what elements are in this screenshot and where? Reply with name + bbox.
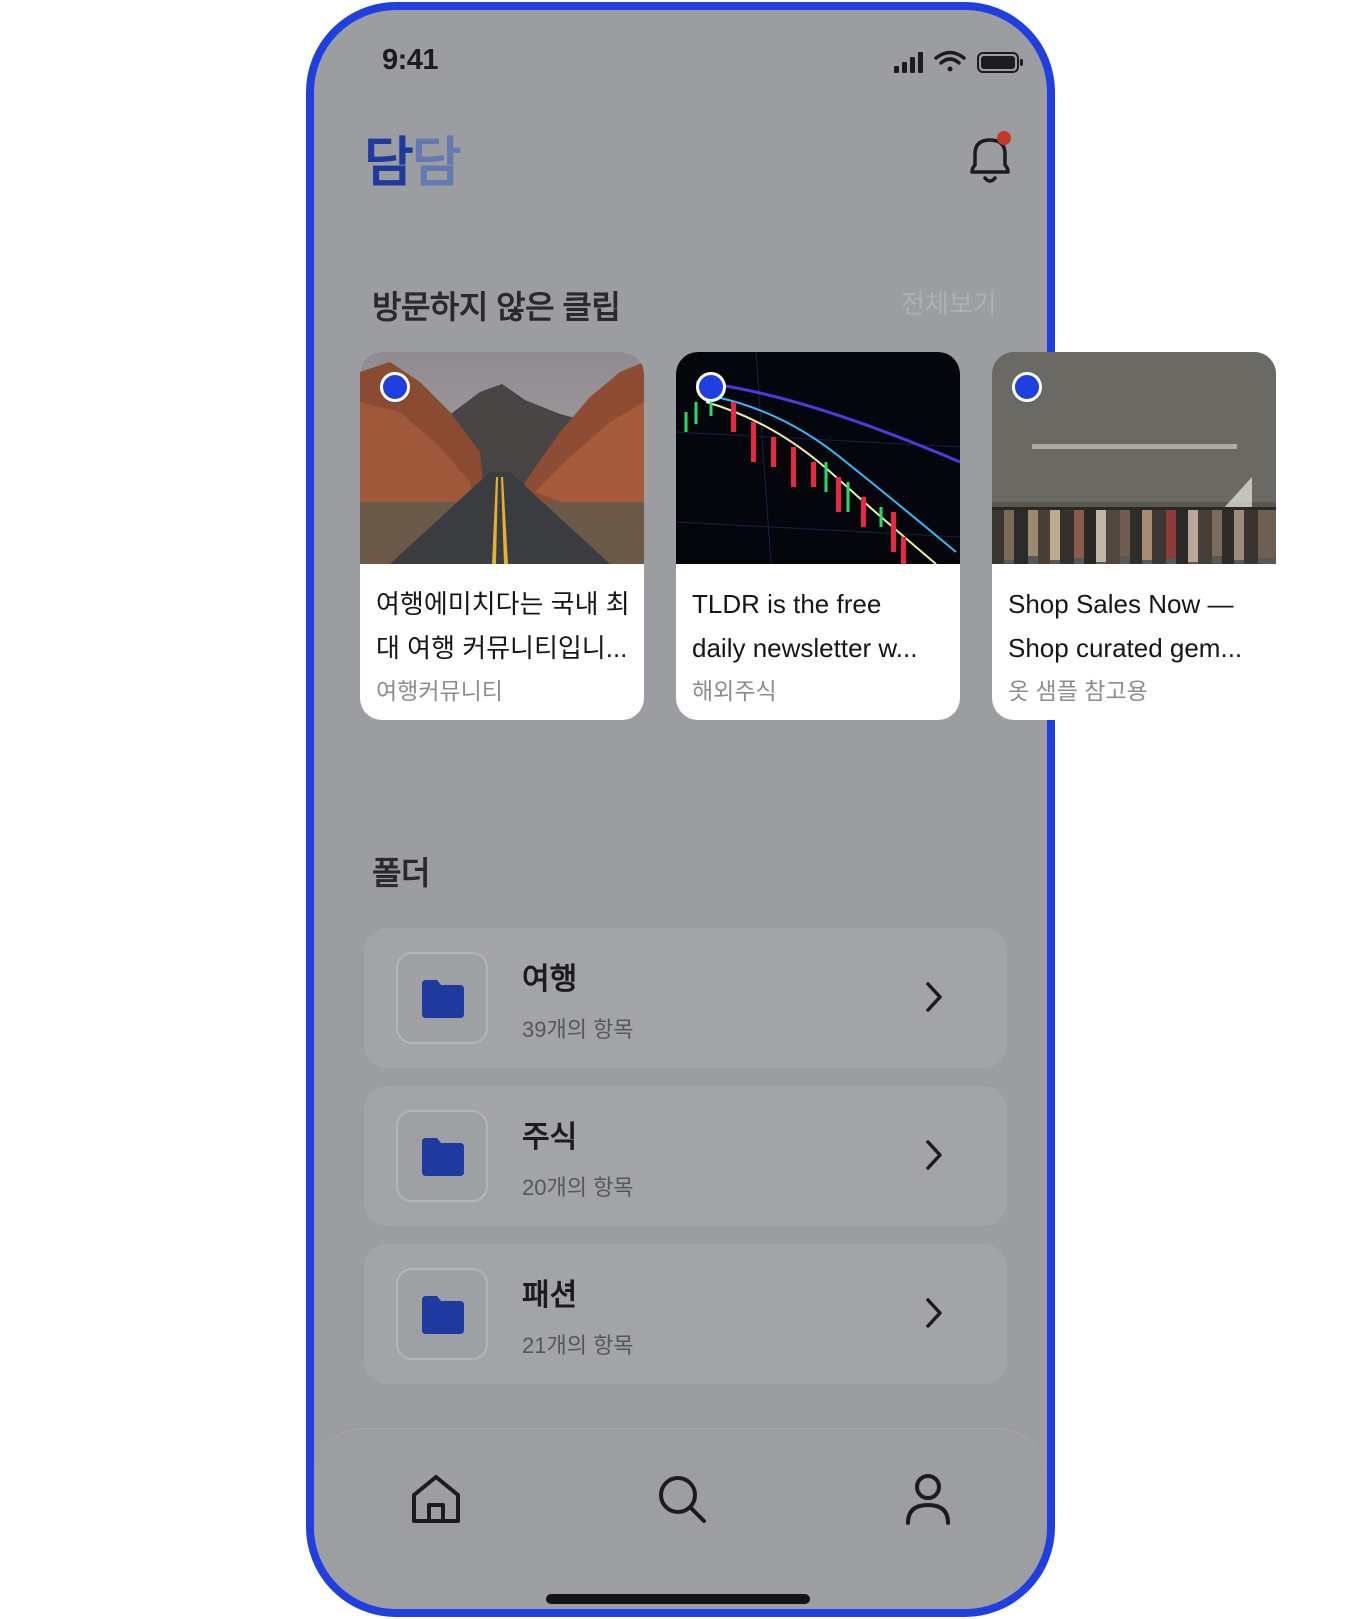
folder-icon xyxy=(422,1138,464,1176)
clip-folder: 해외주식 xyxy=(692,678,777,704)
unread-dot xyxy=(380,372,410,402)
wifi-icon xyxy=(934,50,966,72)
chevron-right-icon xyxy=(926,982,942,1012)
clip-folder: 옷 샘플 참고용 xyxy=(1008,678,1148,704)
notification-bell-icon[interactable] xyxy=(962,128,1018,192)
folder-icon-box xyxy=(396,1268,488,1360)
chevron-right-icon xyxy=(926,1140,942,1170)
clip-card-travel[interactable]: 여행에미치다는 국내 최 대 여행 커뮤니티입니... 여행커뮤니티 xyxy=(360,352,644,720)
folder-icon xyxy=(422,1296,464,1334)
folder-count: 39개의 항목 xyxy=(522,1017,634,1042)
clip-title: 여행에미치다는 국내 최 대 여행 커뮤니티입니... xyxy=(376,582,631,670)
clip-title-line-1: TLDR is the free xyxy=(692,589,882,619)
status-time: 9:41 xyxy=(382,44,439,76)
battery-icon xyxy=(977,52,1023,73)
clip-title-line-2: daily newsletter w... xyxy=(692,633,918,663)
folder-name: 여행 xyxy=(522,963,578,996)
folder-name: 패션 xyxy=(522,1279,578,1312)
clip-folder: 여행커뮤니티 xyxy=(376,678,503,704)
clip-title: Shop Sales Now — Shop curated gem... xyxy=(1008,582,1263,670)
signal-icon xyxy=(894,52,923,73)
app-logo: 담담 xyxy=(364,118,462,197)
notification-dot xyxy=(997,131,1011,145)
phone-frame: 9:41 담담 방문하지 않은 클립 전체보기 폴더 여행 39개의 항목 주식… xyxy=(306,2,1055,1617)
folder-row-stocks[interactable]: 주식 20개의 항목 xyxy=(364,1086,1007,1226)
logo-part-2: 담 xyxy=(411,133,462,193)
home-indicator xyxy=(546,1594,810,1604)
folder-name: 주식 xyxy=(522,1121,578,1154)
folders-title: 폴더 xyxy=(372,855,430,891)
folder-icon-box xyxy=(396,1110,488,1202)
clip-title-line-2: 대 여행 커뮤니티입니... xyxy=(376,633,628,663)
clip-title-line-2: Shop curated gem... xyxy=(1008,633,1243,663)
unread-dot xyxy=(696,372,726,402)
home-icon[interactable] xyxy=(406,1469,466,1529)
search-icon[interactable] xyxy=(652,1469,712,1529)
unvisited-clips-title: 방문하지 않은 클립 xyxy=(372,289,621,325)
clip-card-stocks[interactable]: TLDR is the free daily newsletter w... 해… xyxy=(676,352,960,720)
folder-icon-box xyxy=(396,952,488,1044)
folder-row-travel[interactable]: 여행 39개의 항목 xyxy=(364,928,1007,1068)
see-all-link[interactable]: 전체보기 xyxy=(901,284,997,321)
clip-card-fashion[interactable]: Shop Sales Now — Shop curated gem... 옷 샘… xyxy=(992,352,1276,720)
clip-title: TLDR is the free daily newsletter w... xyxy=(692,582,947,670)
folder-icon xyxy=(422,980,464,1018)
status-icons xyxy=(894,50,1023,73)
clip-title-line-1: Shop Sales Now — xyxy=(1008,589,1234,619)
tab-bar xyxy=(314,1428,1047,1609)
chevron-right-icon xyxy=(926,1298,942,1328)
logo-part-1: 담 xyxy=(364,133,414,193)
unread-dot xyxy=(1012,372,1042,402)
folder-row-fashion[interactable]: 패션 21개의 항목 xyxy=(364,1244,1007,1384)
profile-icon[interactable] xyxy=(898,1469,958,1529)
folder-count: 20개의 항목 xyxy=(522,1175,634,1200)
folder-count: 21개의 항목 xyxy=(522,1333,634,1358)
clip-title-line-1: 여행에미치다는 국내 최 xyxy=(376,589,630,619)
